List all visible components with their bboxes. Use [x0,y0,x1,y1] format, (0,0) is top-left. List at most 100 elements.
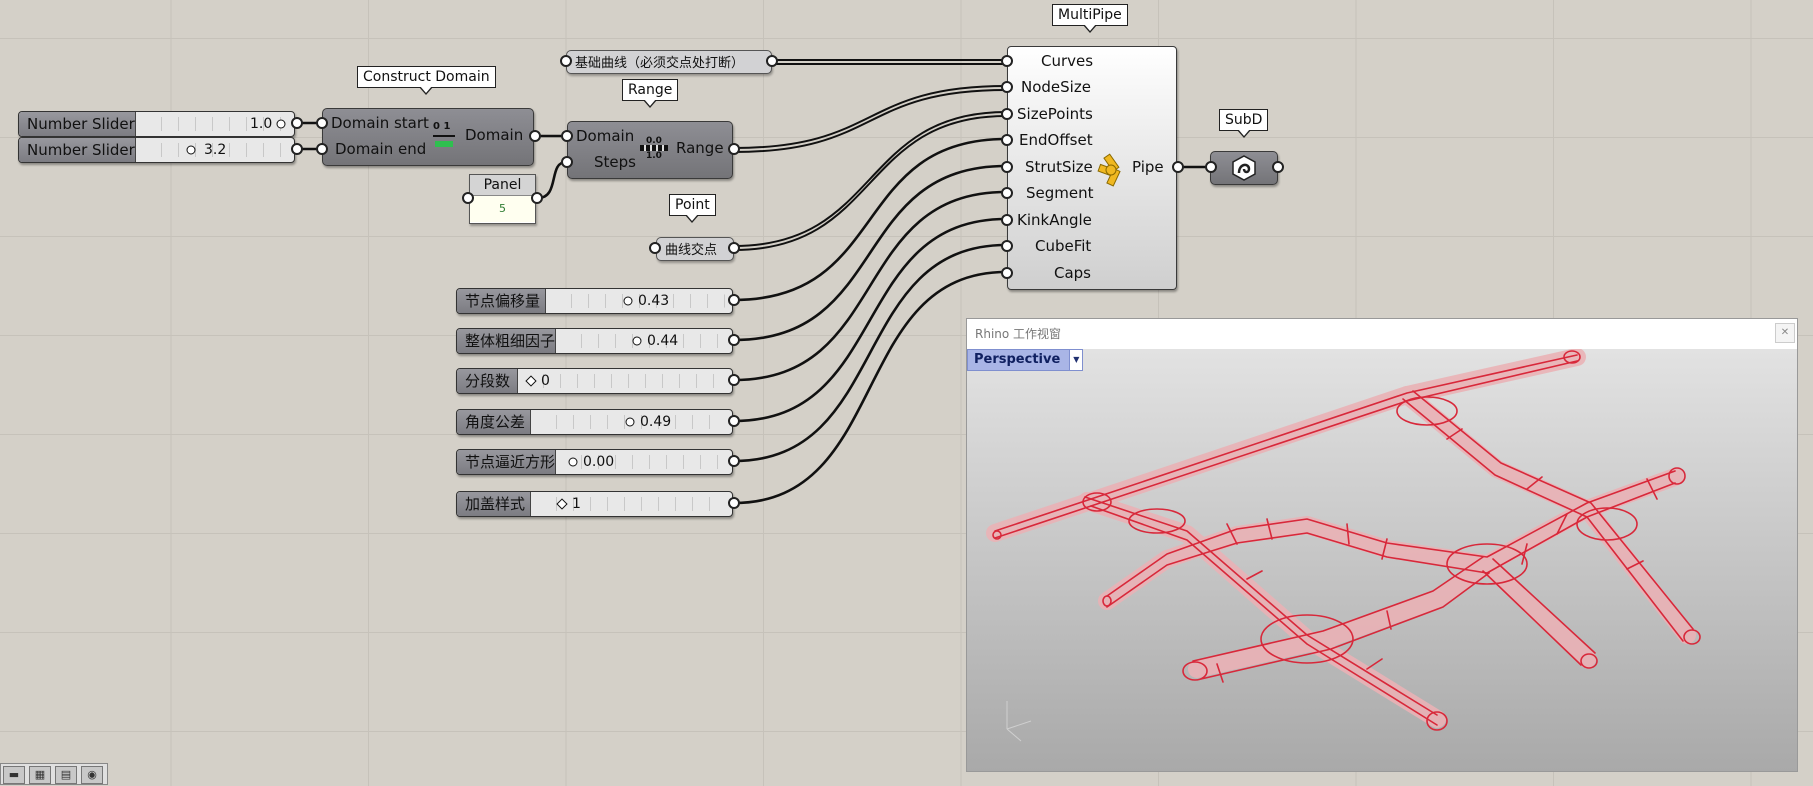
slider-r3-grip[interactable] [728,374,740,386]
slider-value: 3.2 [204,142,227,158]
toolbar-button-3[interactable]: ▤ [55,766,77,784]
input-cubefit[interactable]: CubeFit [1035,237,1091,255]
strutsize-grip[interactable] [1001,161,1013,173]
segment-grip[interactable] [1001,187,1013,199]
curve-param[interactable]: 基础曲线（必须交点处打断） [566,50,772,74]
sizepoints-grip[interactable] [1001,108,1013,120]
axis-gizmo [1006,701,1032,742]
slider-r6-grip[interactable] [728,497,740,509]
slider-name: Number Slider [19,138,136,162]
slider-r4-grip[interactable] [728,415,740,427]
slider-thickness-factor[interactable]: 整体粗细因子 0.44 [456,328,733,354]
viewport-canvas[interactable] [967,348,1797,771]
toolbar-button-1[interactable]: ▬ [3,766,25,784]
pipe-output-grip[interactable] [1172,161,1184,173]
input-domain-end[interactable]: Domain end [335,140,426,158]
input-domain-start[interactable]: Domain start [331,114,429,132]
slider-node-offset[interactable]: 节点偏移量 0.43 [456,288,733,314]
wire-endoffset [733,137,1007,302]
multipipe-component[interactable]: Curves NodeSize SizePoints EndOffset Str… [1007,46,1177,290]
slider-segments[interactable]: 分段数 0 [456,368,733,394]
subd-input-grip[interactable] [1205,161,1217,173]
slider-knob[interactable] [632,336,642,346]
slider-knob[interactable] [276,119,286,129]
domain-end-grip[interactable] [316,143,328,155]
slider-cap-style[interactable]: 加盖样式 1 [456,491,733,517]
domain-start-grip[interactable] [316,117,328,129]
input-steps[interactable]: Steps [594,153,636,171]
panel-value[interactable]: 5 [470,196,535,222]
subd-mesh-render [986,348,1701,742]
cubefit-grip[interactable] [1001,240,1013,252]
toolbar-button-4[interactable]: ◉ [81,766,103,784]
input-strutsize[interactable]: StrutSize [1025,158,1093,176]
slider-1-output-grip[interactable] [291,117,303,129]
caps-grip[interactable] [1001,267,1013,279]
endoffset-grip[interactable] [1001,134,1013,146]
rhino-viewport-window[interactable]: Rhino 工作视窗 ✕ Perspective ▼ [966,318,1798,772]
slider-node-square[interactable]: 节点逼近方形 0.00 [456,449,733,475]
domain-output-grip[interactable] [529,130,541,142]
input-curves[interactable]: Curves [1041,52,1093,70]
perspective-label: Perspective [974,352,1061,367]
range-output-grip[interactable] [728,143,740,155]
input-domain[interactable]: Domain [576,127,634,145]
input-nodesize[interactable]: NodeSize [1021,78,1091,96]
point-output-grip[interactable] [728,242,740,254]
slider-value: 0.44 [647,333,679,349]
slider-knob[interactable] [568,457,578,467]
subd-component[interactable] [1210,151,1278,185]
nodesize-grip[interactable] [1001,81,1013,93]
curves-grip[interactable] [1001,55,1013,67]
slider-track[interactable] [527,374,726,388]
slider-2-output-grip[interactable] [291,143,303,155]
close-icon[interactable]: ✕ [1775,323,1795,343]
slider-r1-grip[interactable] [728,294,740,306]
slider-track[interactable] [540,497,726,511]
slider-knob[interactable] [623,296,633,306]
input-caps[interactable]: Caps [1054,264,1091,282]
viewport-title: Rhino 工作视窗 [975,327,1062,341]
input-endoffset[interactable]: EndOffset [1019,131,1093,149]
point-input-grip[interactable] [649,242,661,254]
input-sizepoints[interactable]: SizePoints [1017,105,1093,123]
slider-value: 0.00 [583,454,615,470]
number-slider-2[interactable]: Number Slider 3.2 [18,137,295,163]
subd-output-grip[interactable] [1272,161,1284,173]
curve-output-grip[interactable] [766,55,778,67]
slider-knob[interactable] [625,417,635,427]
slider-knob[interactable] [186,145,196,155]
range-component[interactable]: Domain Steps 0.0 1.0 Range [567,121,733,179]
slider-r2-grip[interactable] [728,334,740,346]
viewport-tab-perspective[interactable]: Perspective ▼ [967,349,1084,371]
range-domain-grip[interactable] [561,130,573,142]
slider-angle-tolerance[interactable]: 角度公差 0.49 [456,409,733,435]
slider-name: 节点偏移量 [457,289,546,313]
panel-output-grip[interactable] [531,192,543,204]
panel[interactable]: Panel 5 [469,174,536,224]
icon-text: 0 1 [433,121,451,132]
output-domain[interactable]: Domain [465,126,523,144]
multipipe-label: MultiPipe [1052,4,1128,33]
slider-r5-grip[interactable] [728,455,740,467]
panel-input-grip[interactable] [462,192,474,204]
slider-value: 1.0 [250,116,273,132]
toolbar-button-2[interactable]: ▦ [29,766,51,784]
range-steps-grip[interactable] [561,156,573,168]
curve-param-label: 基础曲线（必须交点处打断） [575,56,745,71]
construct-domain-component[interactable]: Domain start Domain end 0 1 Domain [322,108,534,166]
kinkangle-grip[interactable] [1001,214,1013,226]
input-segment[interactable]: Segment [1026,184,1094,202]
range-label: Range [622,79,679,108]
slider-name: 节点逼近方形 [457,450,556,474]
input-kinkangle[interactable]: KinkAngle [1017,211,1092,229]
point-param[interactable]: 曲线交点 [656,237,734,261]
output-pipe[interactable]: Pipe [1132,158,1164,176]
output-range[interactable]: Range [676,139,724,157]
number-slider-1[interactable]: Number Slider 1.0 [18,111,295,137]
curve-input-grip[interactable] [560,55,572,67]
point-label: Point [669,194,716,223]
slider-track[interactable] [565,334,726,348]
construct-domain-label: Construct Domain [357,66,496,95]
chevron-down-icon[interactable]: ▼ [1069,350,1083,370]
